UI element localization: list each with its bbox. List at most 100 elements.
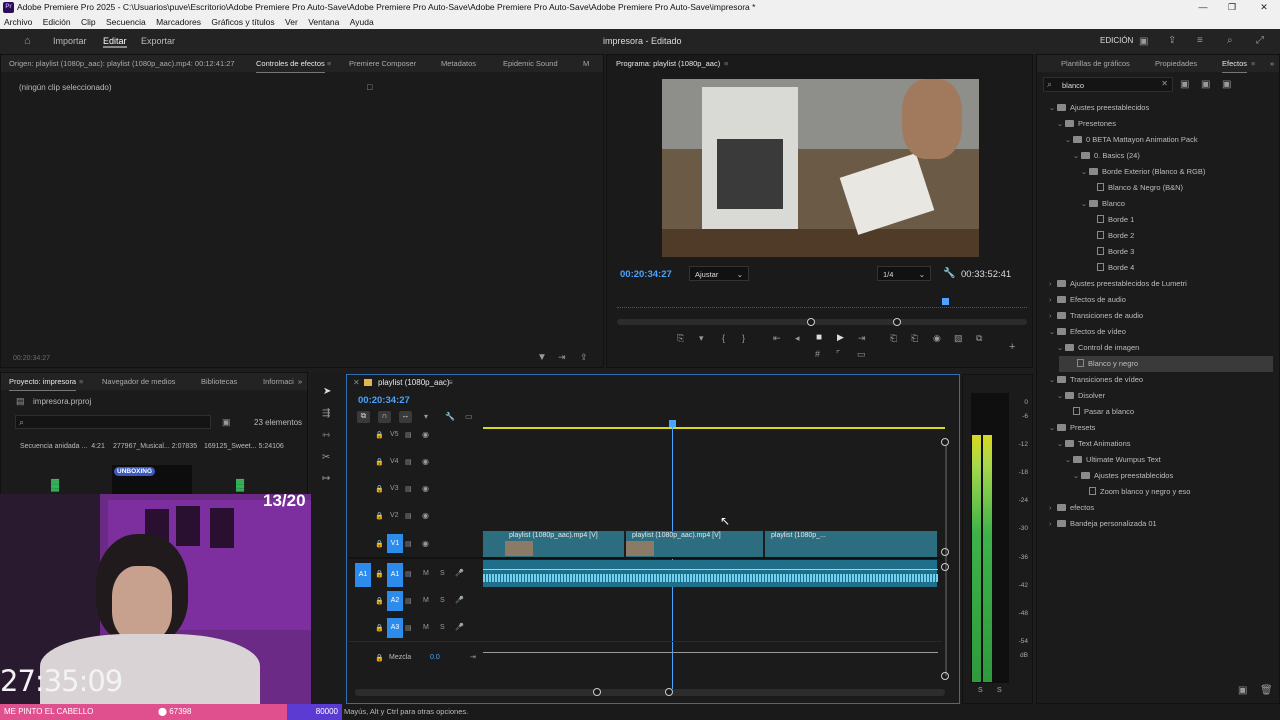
mix-value[interactable]: 0.0: [430, 654, 440, 661]
tab-effects[interactable]: Efectos: [1222, 55, 1248, 73]
vscroll-handle-mid[interactable]: [941, 548, 949, 556]
sync-lock-icon[interactable]: ▤: [405, 458, 412, 466]
effects-folder[interactable]: ⌄ Text Animations: [1057, 436, 1131, 452]
go-to-out-icon[interactable]: ⇥: [858, 333, 866, 344]
sync-lock-icon[interactable]: ▤: [405, 512, 412, 520]
hscroll-handle-left[interactable]: [593, 688, 601, 696]
grid-icon[interactable]: #: [815, 349, 820, 359]
captions-icon[interactable]: ▭: [465, 412, 473, 421]
effects-search-input[interactable]: [1062, 80, 1154, 90]
video-clip-2[interactable]: playlist (1080p_aac).mp4 [V]: [626, 531, 764, 557]
menu-ayuda[interactable]: Ayuda: [350, 17, 374, 27]
vertical-scrollbar[interactable]: [945, 446, 947, 676]
effects-preset[interactable]: Zoom blanco y negro y eso: [1081, 484, 1190, 500]
chevron-down-icon[interactable]: ⌄: [1081, 165, 1089, 181]
effects-preset[interactable]: Borde 4: [1089, 260, 1134, 276]
effects-folder[interactable]: ⌄ 0. Basics (24): [1073, 148, 1140, 164]
track-label-v2[interactable]: V2: [390, 512, 399, 519]
resolution-dropdown[interactable]: 1/4 ⌄: [877, 266, 931, 281]
project-item-1[interactable]: 277967_Musical... 2:07835: [113, 443, 197, 450]
eye-icon[interactable]: ◉: [422, 430, 429, 439]
tab-source[interactable]: Origen: playlist (1080p_aac): playlist (…: [9, 55, 235, 72]
clear-search-icon[interactable]: ✕: [1161, 79, 1168, 88]
solo-icon[interactable]: S: [440, 624, 445, 631]
effects-folder[interactable]: › Ajustes preestablecidos de Lumetri: [1049, 276, 1187, 292]
lock-icon[interactable]: 🔒: [375, 512, 384, 520]
32bit-effects-icon[interactable]: ▣: [1201, 79, 1210, 90]
track-label-v1[interactable]: V1: [387, 534, 403, 553]
panel-toggle-icon[interactable]: □: [367, 82, 372, 92]
stop-icon[interactable]: ■: [816, 332, 822, 343]
program-video-frame[interactable]: [662, 79, 979, 257]
chevron-down-icon[interactable]: ⌄: [1057, 389, 1065, 405]
play-icon[interactable]: ▶: [837, 332, 844, 343]
nest-icon[interactable]: ⧉: [357, 411, 370, 423]
chevron-down-icon[interactable]: ⌄: [1065, 133, 1073, 149]
tab-libraries[interactable]: Bibliotecas: [201, 373, 237, 390]
menu-archivo[interactable]: Archivo: [4, 17, 32, 27]
tab-properties[interactable]: Propiedades: [1155, 55, 1197, 72]
lock-icon[interactable]: 🔒: [375, 570, 384, 578]
menu-secuencia[interactable]: Secuencia: [106, 17, 146, 27]
compare-icon[interactable]: ▧: [954, 333, 963, 344]
mute-icon[interactable]: M: [423, 570, 429, 577]
audio-clip-a1[interactable]: [483, 560, 938, 587]
minimize-icon[interactable]: —: [1189, 0, 1217, 15]
track-label-v3[interactable]: V3: [390, 485, 399, 492]
chevron-down-icon[interactable]: ⌄: [1049, 421, 1057, 437]
project-item-2[interactable]: 169125_Sweet... 5:24106: [204, 443, 284, 450]
close-tab-icon[interactable]: ✕: [353, 378, 360, 387]
fit-dropdown[interactable]: Ajustar ⌄: [689, 266, 749, 281]
lock-icon[interactable]: 🔒: [375, 597, 384, 605]
zoom-handle-right[interactable]: [893, 318, 901, 326]
chevron-right-icon[interactable]: ›: [1049, 277, 1057, 293]
chevron-right-icon[interactable]: ›: [1049, 501, 1057, 517]
effects-folder[interactable]: › Efectos de audio: [1049, 292, 1126, 308]
razor-icon[interactable]: ✂: [322, 452, 330, 463]
project-menu-icon[interactable]: ≡: [79, 373, 83, 390]
mark-in-icon[interactable]: {: [722, 333, 725, 343]
tab-epidemic-sound[interactable]: Epidemic Sound: [503, 55, 558, 72]
eye-icon[interactable]: ◉: [422, 484, 429, 493]
chevron-right-icon[interactable]: ›: [1049, 309, 1057, 325]
chevron-right-icon[interactable]: ›: [1049, 517, 1057, 533]
solo-icon[interactable]: S: [440, 570, 445, 577]
panel-layout-icon[interactable]: ▣: [1139, 36, 1148, 47]
tab-info[interactable]: Informaci: [263, 373, 294, 390]
effects-folder[interactable]: › Transiciones de audio: [1049, 308, 1143, 324]
effects-folder[interactable]: ⌄ Efectos de vídeo: [1049, 324, 1126, 340]
meter-solo-left[interactable]: S: [978, 687, 983, 694]
effects-menu-icon[interactable]: ≡: [1251, 55, 1255, 72]
effects-folder[interactable]: ⌄ Presetones: [1057, 116, 1116, 132]
vscroll-handle-top[interactable]: [941, 438, 949, 446]
effects-folder[interactable]: › efectos: [1049, 500, 1094, 516]
meter-solo-right[interactable]: S: [997, 687, 1002, 694]
tab-graphic-templates[interactable]: Plantillas de gráficos: [1061, 55, 1130, 72]
camera-icon[interactable]: ◉: [933, 333, 941, 344]
lock-icon[interactable]: 🔒: [375, 431, 384, 439]
effects-folder[interactable]: ⌄ Transiciones de vídeo: [1049, 372, 1143, 388]
sync-lock-icon[interactable]: ▤: [405, 431, 412, 439]
sync-lock-icon[interactable]: ▤: [405, 624, 412, 632]
insert-icon[interactable]: ⎗: [890, 333, 897, 344]
tab-effect-controls[interactable]: Controles de efectos: [256, 55, 325, 73]
project-search-input[interactable]: ⌕: [15, 415, 211, 429]
marker-icon[interactable]: ▾: [699, 333, 704, 344]
video-clip-3[interactable]: playlist (1080p_...: [765, 531, 938, 557]
slip-icon[interactable]: ↦: [322, 473, 330, 484]
effects-folder[interactable]: ⌄ Ajustes preestablecidos: [1049, 100, 1149, 116]
timeline-settings-icon[interactable]: 🔧: [445, 412, 455, 421]
export-tab[interactable]: Exportar: [141, 36, 175, 46]
chevron-down-icon[interactable]: ⌄: [1049, 325, 1057, 341]
more-tabs-icon[interactable]: »: [298, 373, 302, 390]
effects-folder[interactable]: › Bandeja personalizada 01: [1049, 516, 1157, 532]
tab-premiere-composer[interactable]: Premiere Composer: [349, 55, 416, 72]
chevron-down-icon[interactable]: ⌄: [1057, 341, 1065, 357]
eye-icon[interactable]: ◉: [422, 457, 429, 466]
tab-metadata[interactable]: Metadatos: [441, 55, 476, 72]
zoom-handle-left[interactable]: [807, 318, 815, 326]
sync-lock-icon[interactable]: ▤: [405, 597, 412, 605]
close-icon[interactable]: ✕: [1250, 0, 1278, 15]
timeline-playhead-handle[interactable]: [669, 420, 676, 427]
effects-search-box[interactable]: ⌕ ✕: [1043, 77, 1173, 92]
